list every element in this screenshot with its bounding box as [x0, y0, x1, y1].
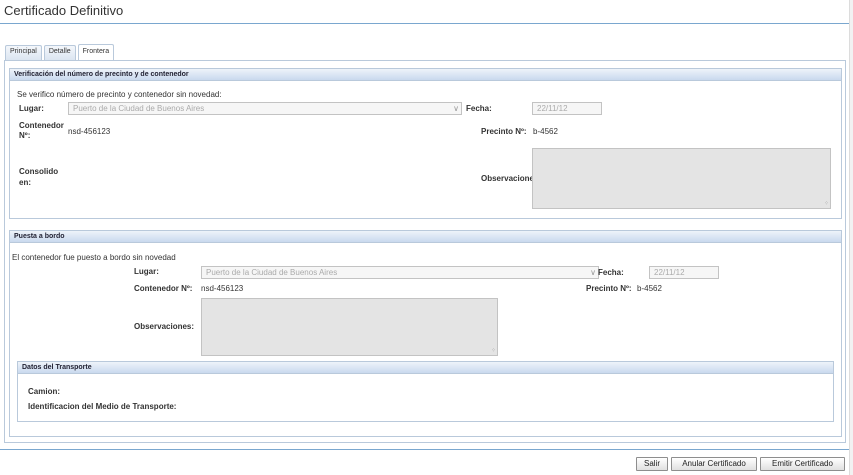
window-scroll-edge: [849, 0, 853, 475]
transporte-panel: Datos del Transporte Camion: Identificac…: [17, 361, 834, 422]
tab-bar: Principal Detalle Frontera: [5, 44, 116, 61]
precinto-label: Precinto Nº:: [481, 127, 527, 136]
verificacion-panel: Verificación del número de precinto y de…: [9, 68, 842, 219]
lugar-select[interactable]: Puerto de la Ciudad de Buenos Aires ∨: [68, 102, 462, 115]
anular-certificado-button[interactable]: Anular Certificado: [671, 457, 757, 471]
camion-label: Camion:: [28, 387, 60, 396]
puesta-panel: Puesta a bordo El contenedor fue puesto …: [9, 230, 842, 437]
puesta-observaciones-label: Observaciones:: [134, 322, 195, 331]
emitir-certificado-button[interactable]: Emitir Certificado: [760, 457, 845, 471]
transporte-header: Datos del Transporte: [18, 362, 833, 374]
puesta-lugar-value: Puerto de la Ciudad de Buenos Aires: [206, 268, 338, 277]
puesta-precinto-value: b-4562: [637, 284, 662, 293]
verificacion-header: Verificación del número de precinto y de…: [10, 69, 841, 81]
puesta-observaciones-textarea[interactable]: ⁘: [201, 298, 498, 356]
fecha-field[interactable]: 22/11/12: [532, 102, 602, 115]
precinto-value: b-4562: [533, 127, 558, 136]
lugar-select-value: Puerto de la Ciudad de Buenos Aires: [73, 104, 205, 113]
lugar-label: Lugar:: [19, 104, 44, 113]
tab-content: Verificación del número de precinto y de…: [4, 60, 846, 443]
footer-divider: [0, 449, 849, 450]
puesta-subtitle: El contenedor fue puesto a bordo sin nov…: [12, 253, 176, 262]
puesta-fecha-label: Fecha:: [598, 268, 624, 277]
observaciones-textarea[interactable]: ⁘: [532, 148, 831, 209]
tab-detalle[interactable]: Detalle: [43, 45, 76, 60]
puesta-contenedor-value: nsd-456123: [201, 284, 244, 293]
fecha-label: Fecha:: [466, 104, 492, 113]
tab-frontera[interactable]: Frontera: [77, 44, 115, 60]
verificacion-subtitle: Se verifico número de precinto y contene…: [17, 90, 222, 99]
puesta-contenedor-label: Contenedor Nº:: [134, 284, 193, 293]
resize-grip-icon[interactable]: ⁘: [491, 348, 496, 354]
title-divider: [0, 23, 849, 24]
tab-principal[interactable]: Principal: [5, 45, 42, 60]
salir-button[interactable]: Salir: [636, 457, 668, 471]
contenedor-label: Contenedor Nº:: [19, 121, 64, 140]
resize-grip-icon[interactable]: ⁘: [824, 201, 829, 207]
puesta-lugar-select[interactable]: Puerto de la Ciudad de Buenos Aires ∨: [201, 266, 599, 279]
chevron-down-icon: ∨: [453, 104, 459, 113]
page-title: Certificado Definitivo: [4, 3, 124, 18]
puesta-precinto-label: Precinto Nº:: [586, 284, 632, 293]
contenedor-value: nsd-456123: [68, 127, 111, 136]
consolido-label: Consolido en:: [19, 167, 59, 187]
medio-transporte-label: Identificacion del Medio de Transporte:: [28, 402, 177, 411]
puesta-lugar-label: Lugar:: [134, 267, 159, 276]
chevron-down-icon: ∨: [590, 268, 596, 277]
puesta-header: Puesta a bordo: [10, 231, 841, 243]
puesta-fecha-field[interactable]: 22/11/12: [649, 266, 719, 279]
